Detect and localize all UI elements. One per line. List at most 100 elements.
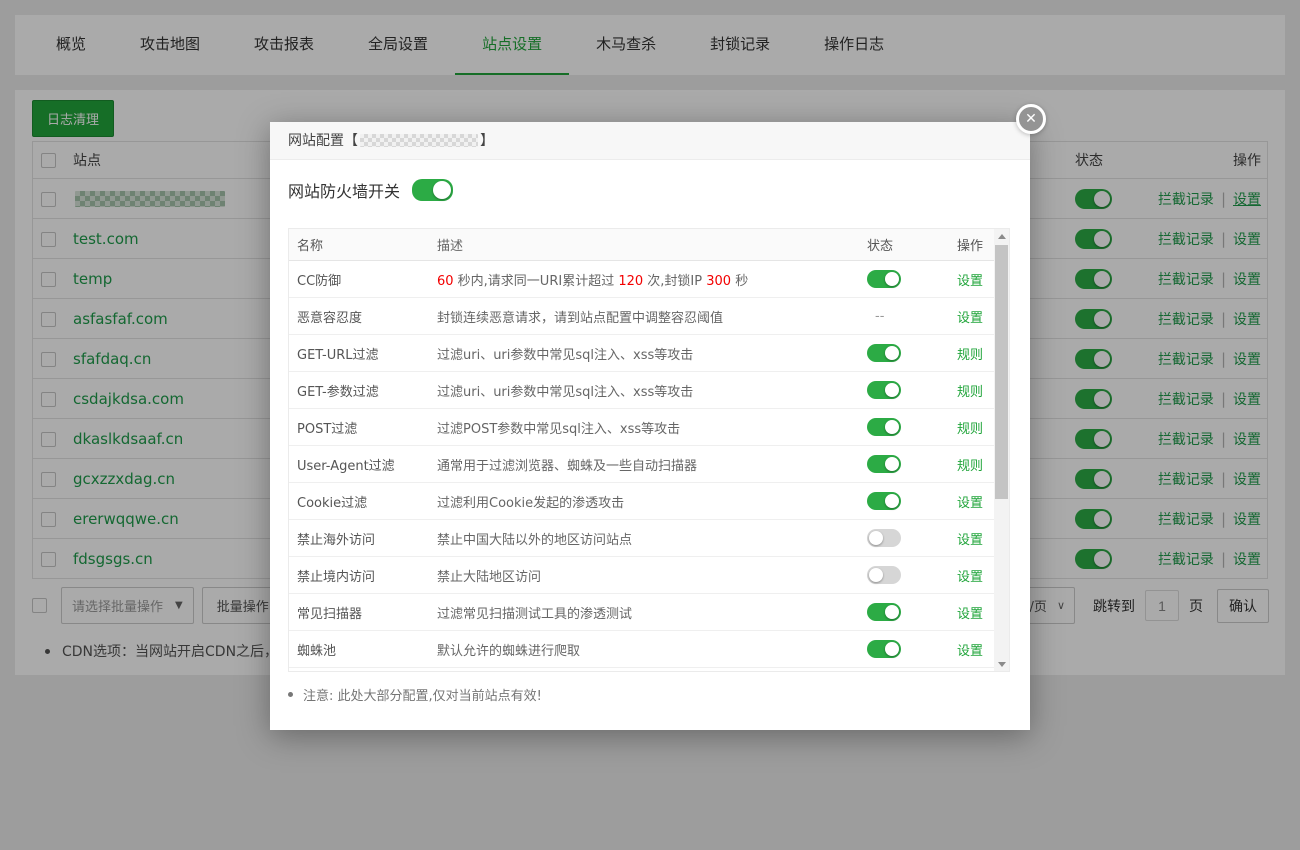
scroll-down-icon[interactable] — [994, 657, 1009, 671]
config-action-link[interactable]: 设置 — [957, 607, 983, 622]
config-status — [867, 492, 929, 510]
config-action-link[interactable]: 设置 — [957, 570, 983, 585]
desc-segment: 禁止中国大陆以外的地区访问站点 — [437, 533, 632, 548]
firewall-switch-row: 网站防火墙开关 — [288, 178, 453, 202]
config-action-link[interactable]: 设置 — [957, 274, 983, 289]
desc-segment: 60 — [437, 274, 454, 289]
config-row: User-Agent过滤通常用于过滤浏览器、蜘蛛及一些自动扫描器 规则 — [289, 446, 1009, 483]
config-toggle[interactable] — [867, 344, 901, 362]
config-desc: 禁止大陆地区访问 — [437, 566, 867, 585]
modal-title-prefix: 网站配置【 — [288, 133, 358, 149]
config-name: 蜘蛛池 — [289, 640, 437, 659]
config-status — [867, 566, 929, 584]
config-action-link[interactable]: 规则 — [957, 348, 983, 363]
config-status: -- — [867, 309, 929, 324]
config-toggle[interactable] — [867, 529, 901, 547]
name-column-header: 名称 — [289, 235, 437, 254]
desc-segment: 秒内,请求同一URI累计超过 — [454, 274, 619, 289]
desc-segment: 过滤常见扫描测试工具的渗透测试 — [437, 607, 632, 622]
config-status — [867, 640, 929, 658]
config-toggle[interactable] — [867, 492, 901, 510]
config-action-link[interactable]: 设置 — [957, 533, 983, 548]
config-name: 禁止海外访问 — [289, 529, 437, 548]
config-row: GET-参数过滤过滤uri、uri参数中常见sql注入、xss等攻击规则 — [289, 372, 1009, 409]
config-name: CC防御 — [289, 270, 437, 289]
scrollbar-thumb[interactable] — [995, 245, 1008, 499]
desc-segment: 120 — [618, 274, 643, 289]
config-desc: 60 秒内,请求同一URI累计超过 120 次,封锁IP 300 秒 — [437, 270, 867, 289]
config-action-link[interactable]: 设置 — [957, 496, 983, 511]
desc-segment: 300 — [706, 274, 731, 289]
config-action-link[interactable]: 规则 — [957, 459, 983, 474]
config-name: POST过滤 — [289, 418, 437, 437]
config-row: 禁止海外访问禁止中国大陆以外的地区访问站点 设置 — [289, 520, 1009, 557]
config-status — [867, 418, 929, 436]
desc-segment: 过滤uri、uri参数中常见sql注入、xss等攻击 — [437, 385, 693, 400]
config-row: 蜘蛛池默认允许的蜘蛛进行爬取 设置 — [289, 631, 1009, 668]
config-name: 恶意容忍度 — [289, 307, 437, 326]
config-name: 禁止境内访问 — [289, 566, 437, 585]
config-action-link[interactable]: 设置 — [957, 644, 983, 659]
config-name: GET-URL过滤 — [289, 344, 437, 363]
desc-segment: 禁止大陆地区访问 — [437, 570, 541, 585]
config-row: 恶意容忍度封锁连续恶意请求，请到站点配置中调整容忍阈值 -- 设置 — [289, 298, 1009, 335]
status-column-header: 状态 — [867, 235, 929, 254]
config-status — [867, 381, 929, 399]
desc-segment: 通常用于过滤浏览器、蜘蛛及一些自动扫描器 — [437, 459, 697, 474]
config-row: POST过滤过滤POST参数中常见sql注入、xss等攻击 规则 — [289, 409, 1009, 446]
config-toggle[interactable] — [867, 455, 901, 473]
modal-note: 注意: 此处大部分配置,仅对当前站点有效! — [288, 685, 542, 704]
config-row: 常见扫描器过滤常见扫描测试工具的渗透测试 设置 — [289, 594, 1009, 631]
config-desc: 过滤利用Cookie发起的渗透攻击 — [437, 492, 867, 511]
config-row: Cookie过滤过滤利用Cookie发起的渗透攻击 设置 — [289, 483, 1009, 520]
config-toggle[interactable] — [867, 603, 901, 621]
config-status — [867, 603, 929, 621]
config-action-link[interactable]: 规则 — [957, 385, 983, 400]
scrollbar[interactable] — [994, 229, 1009, 671]
firewall-toggle[interactable] — [412, 179, 453, 201]
desc-segment: 次,封锁IP — [643, 274, 706, 289]
config-toggle[interactable] — [867, 270, 901, 288]
config-toggle[interactable] — [867, 566, 901, 584]
desc-column-header: 描述 — [437, 235, 867, 254]
desc-segment: 过滤uri、uri参数中常见sql注入、xss等攻击 — [437, 348, 693, 363]
config-desc: 过滤常见扫描测试工具的渗透测试 — [437, 603, 867, 622]
config-name: Cookie过滤 — [289, 492, 437, 511]
firewall-switch-label: 网站防火墙开关 — [288, 178, 400, 202]
close-icon[interactable]: ✕ — [1016, 104, 1046, 134]
desc-segment: 过滤利用Cookie发起的渗透攻击 — [437, 496, 624, 511]
config-table: 名称 描述 状态 操作 CC防御60 秒内,请求同一URI累计超过 120 次,… — [288, 228, 1010, 672]
desc-segment: 封锁连续恶意请求，请到站点配置中调整容忍阈值 — [437, 311, 723, 326]
config-status — [867, 529, 929, 547]
modal-title-suffix: 】 — [480, 133, 494, 149]
config-row: GET-URL过滤过滤uri、uri参数中常见sql注入、xss等攻击 规则 — [289, 335, 1009, 372]
status-empty: -- — [867, 309, 884, 324]
config-status — [867, 344, 929, 362]
desc-segment: 秒 — [731, 274, 748, 289]
modal-title: 网站配置【 】 — [270, 122, 1030, 160]
config-row: 禁止境内访问禁止大陆地区访问 设置 — [289, 557, 1009, 594]
config-toggle[interactable] — [867, 381, 901, 399]
config-table-header: 名称 描述 状态 操作 — [289, 229, 1009, 261]
config-desc: 禁止中国大陆以外的地区访问站点 — [437, 529, 867, 548]
bullet-icon — [288, 692, 293, 697]
modal-note-text: 注意: 此处大部分配置,仅对当前站点有效! — [303, 685, 542, 704]
config-toggle[interactable] — [867, 418, 901, 436]
config-action-link[interactable]: 规则 — [957, 422, 983, 437]
config-desc: 默认允许的蜘蛛进行爬取 — [437, 640, 867, 659]
config-name: User-Agent过滤 — [289, 455, 437, 474]
config-toggle[interactable] — [867, 640, 901, 658]
config-action-link[interactable]: 设置 — [957, 311, 983, 326]
config-desc: 过滤uri、uri参数中常见sql注入、xss等攻击 — [437, 344, 867, 363]
config-name: 常见扫描器 — [289, 603, 437, 622]
config-status — [867, 270, 929, 288]
scroll-up-icon[interactable] — [994, 229, 1009, 243]
desc-segment: 过滤POST参数中常见sql注入、xss等攻击 — [437, 422, 680, 437]
desc-segment: 默认允许的蜘蛛进行爬取 — [437, 644, 580, 659]
config-desc: 过滤uri、uri参数中常见sql注入、xss等攻击 — [437, 381, 867, 400]
config-desc: 通常用于过滤浏览器、蜘蛛及一些自动扫描器 — [437, 455, 867, 474]
redacted-site-name — [360, 134, 478, 147]
config-status — [867, 455, 929, 473]
config-desc: 封锁连续恶意请求，请到站点配置中调整容忍阈值 — [437, 307, 867, 326]
config-row: CC防御60 秒内,请求同一URI累计超过 120 次,封锁IP 300 秒 设置 — [289, 261, 1009, 298]
